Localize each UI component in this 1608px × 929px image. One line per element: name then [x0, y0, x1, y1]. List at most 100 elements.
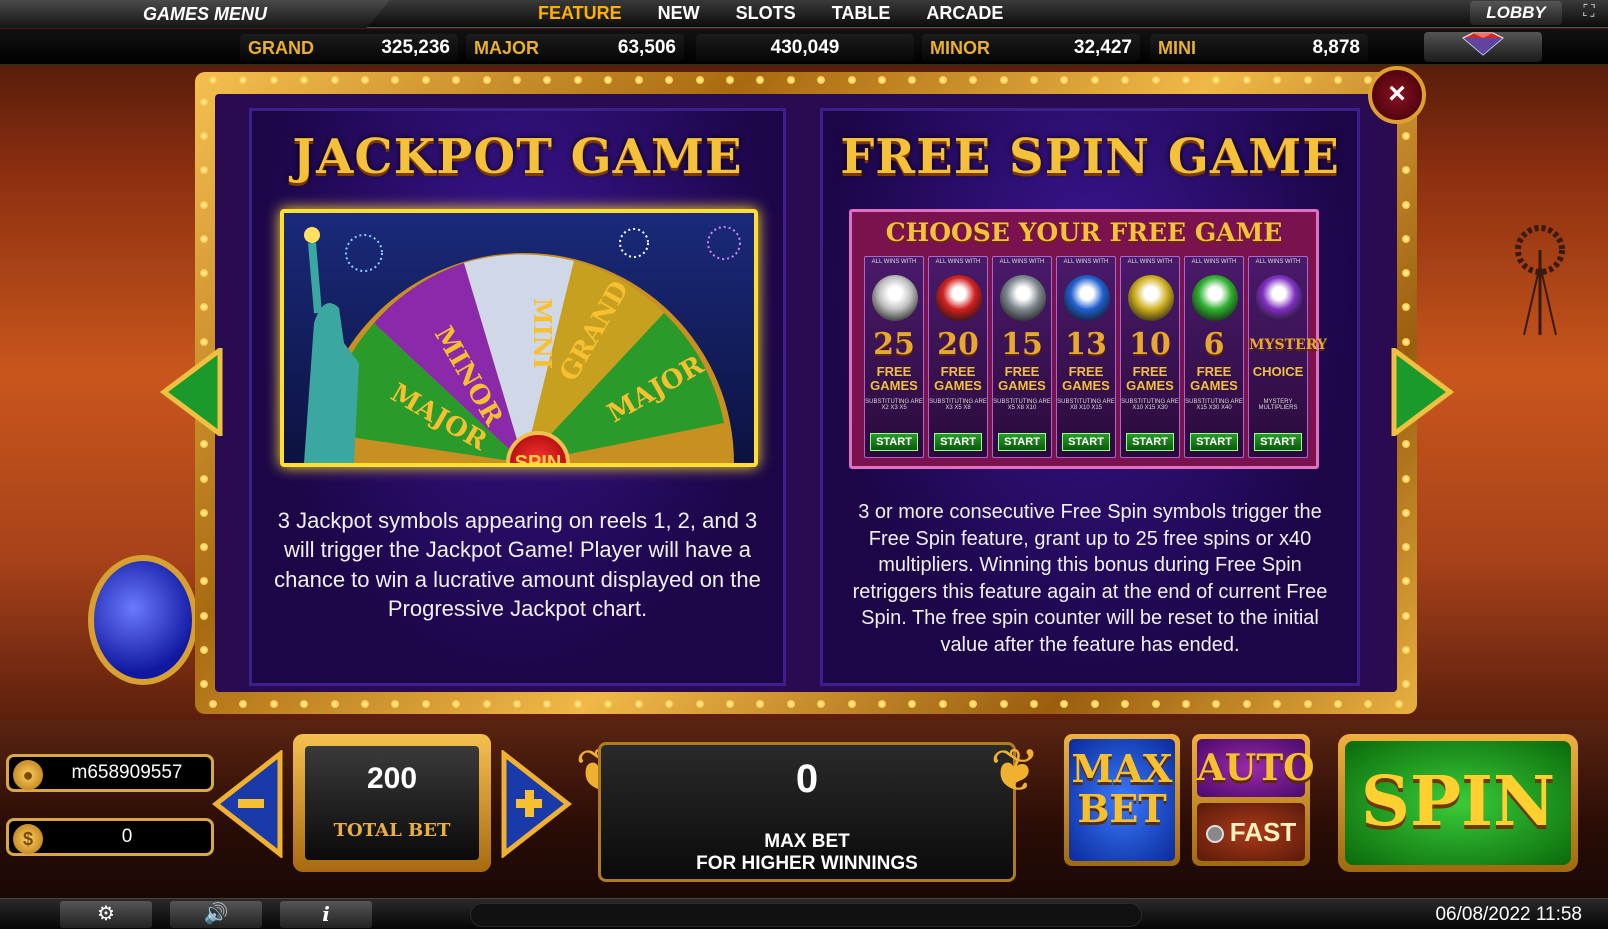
marquee-bulb [1029, 700, 1038, 708]
marquee-bulb [200, 577, 208, 586]
marquee-bulb [513, 76, 522, 84]
marquee-bulb [1303, 76, 1312, 84]
jackpot-center: 430,049 [696, 34, 914, 62]
settings-icon[interactable]: ⚙ [60, 901, 152, 928]
card-caption: ALL WINS WITH [1127, 259, 1173, 265]
marquee-bulb [239, 76, 248, 84]
marquee-bulb [200, 611, 208, 620]
marquee-bulb [1402, 234, 1410, 243]
marquee-bulb [1151, 76, 1160, 84]
diamond-icon[interactable] [1424, 32, 1542, 62]
jackpot-grand: GRAND 325,236 [240, 34, 458, 62]
jackpot-game-description: 3 Jackpot symbols appearing on reels 1, … [274, 508, 761, 621]
minus-icon [238, 799, 264, 808]
free-game-count: 15 [1001, 327, 1043, 362]
marquee-bulb [200, 474, 208, 483]
marquee-bulb [604, 76, 613, 84]
marquee-bulb [482, 76, 491, 84]
free-game-label: FREE GAMES [934, 364, 982, 393]
free-spin-game-description: 3 or more consecutive Free Spin symbols … [852, 501, 1328, 656]
marquee-bulb [452, 76, 461, 84]
free-game-start-button: START [998, 433, 1046, 451]
nav-table[interactable]: TABLE [814, 3, 909, 24]
free-game-option: ALL WINS WITH 10 FREE GAMES SUBSTITUTING AR… [1120, 256, 1180, 458]
free-game-label: FREE GAMES [1190, 364, 1238, 393]
previous-page-arrow-icon[interactable] [160, 348, 226, 436]
free-game-count: 13 [1065, 327, 1107, 362]
jackpot-minor-value: 32,427 [1073, 37, 1132, 58]
marquee-lights-bottom [209, 700, 1403, 710]
decorative-orb [88, 555, 198, 685]
jackpot-grand-value: 325,236 [381, 37, 450, 58]
auto-fast-group: AUTO FAST [1192, 734, 1314, 866]
marquee-bulb [1060, 700, 1069, 708]
marquee-bulb [330, 700, 339, 708]
jackpot-game-title: JACKPOT GAME [292, 129, 743, 185]
marquee-bulb [817, 76, 826, 84]
games-menu-button[interactable]: GAMES MENU [0, 0, 390, 28]
marquee-bulb [200, 200, 208, 209]
nav-feature[interactable]: FEATURE [520, 3, 640, 24]
lobby-button[interactable]: LOBBY [1470, 1, 1562, 25]
marquee-bulb [1121, 76, 1130, 84]
marquee-bulb [1182, 700, 1190, 708]
sound-icon[interactable]: 🔊 [170, 901, 262, 928]
free-game-label: FREE GAMES [1062, 364, 1110, 393]
marquee-bulb [908, 76, 917, 84]
marquee-bulb [1402, 577, 1410, 586]
free-game-start-button: START [1190, 433, 1238, 451]
marquee-bulb [756, 700, 765, 708]
marquee-bulb [1029, 76, 1038, 84]
nav-slots[interactable]: SLOTS [718, 3, 814, 24]
free-game-start-button: START [1062, 433, 1110, 451]
marquee-bulb [665, 76, 674, 84]
free-game-label: FREE GAMES [870, 364, 918, 393]
marquee-bulb [200, 269, 208, 278]
fullscreen-icon[interactable]: ⛶ [1578, 3, 1600, 23]
nav-arcade[interactable]: ARCADE [908, 3, 1021, 24]
spin-button[interactable]: SPIN [1338, 734, 1578, 872]
marquee-bulb [1303, 700, 1312, 708]
nav-new[interactable]: NEW [640, 3, 718, 24]
marquee-bulb [421, 76, 430, 84]
win-message-line1: MAX BET [764, 831, 850, 852]
marquee-bulb [634, 700, 643, 708]
statue-of-liberty-icon [304, 303, 359, 463]
free-game-count: 10 [1129, 327, 1171, 362]
free-game-option: ALL WINS WITH 13 FREE GAMES SUBSTITUTING AR… [1056, 256, 1116, 458]
marquee-bulb [695, 76, 704, 84]
auto-spin-button[interactable]: AUTO [1197, 739, 1314, 797]
marquee-bulb [1402, 303, 1410, 312]
marquee-bulb [1090, 700, 1099, 708]
eagle-icon [1128, 275, 1174, 321]
free-game-count: 25 [873, 327, 915, 362]
marquee-bulb [817, 700, 826, 708]
next-page-arrow-icon[interactable] [1388, 348, 1454, 436]
marquee-bulb [200, 166, 208, 175]
eagle-icon [1256, 275, 1302, 321]
marquee-bulb [300, 700, 309, 708]
marquee-bulb [969, 76, 978, 84]
free-game-label: FREE GAMES [998, 364, 1046, 393]
info-icon[interactable]: i [280, 901, 372, 928]
fast-mode-toggle[interactable]: FAST [1197, 803, 1305, 861]
marquee-bulb [391, 700, 400, 708]
max-bet-button[interactable]: MAX BET [1064, 734, 1180, 866]
marquee-bulb [1121, 700, 1130, 708]
choose-free-game-image: CHOOSE YOUR FREE GAME ALL WINS WITH 25 FRE… [849, 209, 1327, 469]
wheel-segment-mini: MINI [528, 298, 557, 369]
free-game-start-button: START [870, 433, 918, 451]
status-bar: ⚙ 🔊 i 06/08/2022 11:58 [0, 898, 1608, 929]
category-nav: FEATURE NEW SLOTS TABLE ARCADE [520, 3, 1021, 24]
marquee-bulb [200, 645, 208, 654]
marquee-bulb [1212, 76, 1221, 84]
card-caption: ALL WINS WITH [935, 259, 981, 265]
marquee-bulb [200, 679, 208, 688]
coin-icon: $ [13, 824, 43, 854]
increase-bet-button[interactable] [500, 750, 572, 858]
close-button[interactable]: × [1368, 66, 1426, 124]
marquee-bulb [695, 700, 704, 708]
decrease-bet-button[interactable] [212, 750, 284, 858]
total-bet-display: 200 TOTAL BET [293, 734, 491, 872]
jackpot-wheel-image: MAJOR MINOR MINI GRAND MAJOR SPIN [280, 209, 758, 467]
